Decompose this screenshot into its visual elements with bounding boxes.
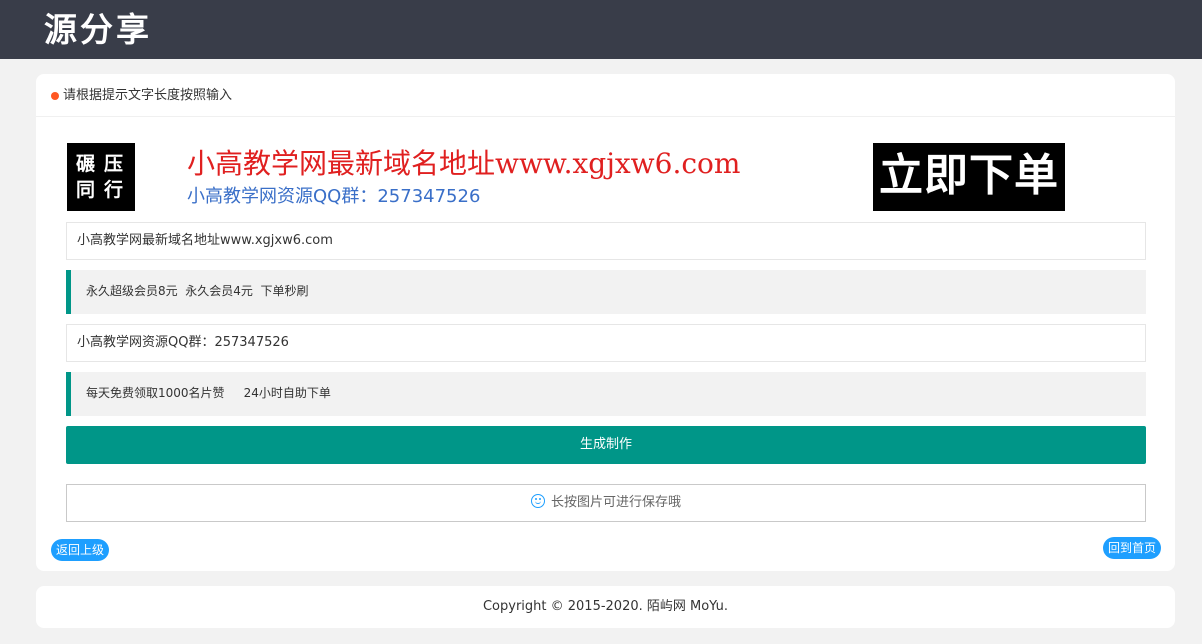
save-hint-text: 长按图片可进行保存哦	[550, 495, 681, 510]
footer: Copyright © 2015-2020. 陌屿网 MoYu.	[36, 586, 1175, 628]
bullet-dot-icon	[51, 92, 59, 100]
generator-card: 请根据提示文字长度按照输入 碾压 同行 小高教学网最新域名地址www.xgjxw…	[36, 74, 1175, 571]
card-header: 请根据提示文字长度按照输入	[36, 74, 1175, 117]
site-logo[interactable]: 源分享	[44, 10, 152, 50]
save-hint-box: 长按图片可进行保存哦	[66, 484, 1146, 522]
smile-icon	[530, 494, 545, 508]
preview-image: 碾压 同行 小高教学网最新域名地址www.xgjxw6.com 小高教学网资源Q…	[66, 140, 1146, 212]
preview-subline: 小高教学网资源QQ群：257347526	[187, 186, 481, 207]
instruction-text: 请根据提示文字长度按照输入	[63, 88, 233, 103]
stamp-badge: 碾压 同行	[67, 143, 135, 211]
top-navbar: 源分享	[0, 0, 1202, 59]
stamp-line-1: 碾压	[76, 153, 133, 175]
order-now-badge: 立即下单	[873, 143, 1065, 211]
text-input-1[interactable]: 小高教学网最新域名地址www.xgjxw6.com	[66, 222, 1146, 260]
text-input-2[interactable]: 小高教学网资源QQ群：257347526	[66, 324, 1146, 362]
back-button[interactable]: 返回上级	[51, 539, 110, 561]
home-button[interactable]: 回到首页	[1103, 537, 1162, 559]
stamp-line-2: 同行	[76, 179, 133, 201]
tip-quote-1: 永久超级会员8元 永久会员4元 下单秒刷	[66, 270, 1146, 314]
copyright-text: Copyright © 2015-2020. 陌屿网 MoYu.	[482, 599, 729, 614]
tip-quote-2: 每天免费领取1000名片赞 24小时自助下单	[66, 372, 1146, 416]
generate-button[interactable]: 生成制作	[66, 426, 1146, 464]
preview-headline: 小高教学网最新域名地址www.xgjxw6.com	[187, 147, 741, 180]
